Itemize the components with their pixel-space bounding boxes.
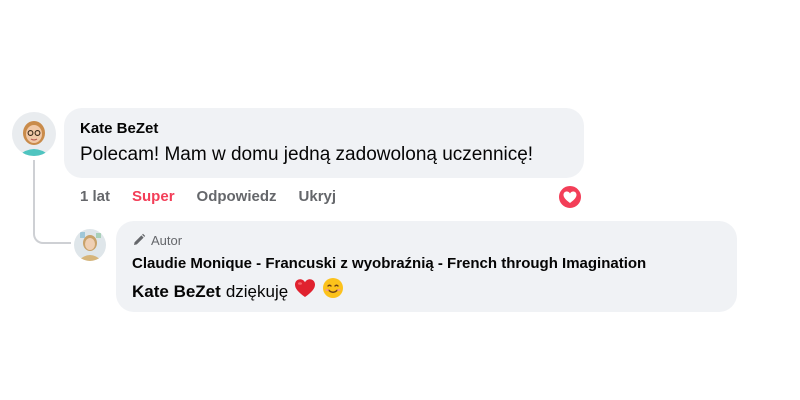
comment-actions: 1 lat Super Odpowiedz Ukryj	[80, 186, 358, 206]
hide-button[interactable]: Ukryj	[299, 188, 337, 205]
avatar-claudie[interactable]	[74, 229, 106, 261]
pencil-icon	[134, 233, 146, 245]
comment-timestamp[interactable]: 1 lat	[80, 188, 110, 205]
author-badge-label: Autor	[151, 232, 183, 248]
comment-author-name[interactable]: Kate BeZet	[80, 120, 568, 138]
reply-author-name[interactable]: Claudie Monique - Francuski z wyobraźnią…	[132, 255, 721, 273]
reply-text: Kate BeZet dziękuję	[132, 277, 721, 306]
heart-reaction-icon[interactable]	[557, 184, 583, 210]
reply-message: dziękuję	[225, 281, 289, 301]
comment-bubble: Kate BeZet Polecam! Mam w domu jedną zad…	[64, 108, 584, 178]
reply-bubble: Autor Claudie Monique - Francuski z wyob…	[116, 221, 737, 312]
red-heart-emoji	[294, 278, 316, 305]
reply-button[interactable]: Odpowiedz	[197, 188, 277, 205]
thread-connector-line	[33, 160, 71, 244]
reaction-button[interactable]: Super	[132, 188, 175, 205]
avatar-kate[interactable]	[12, 112, 56, 156]
author-badge: Autor	[132, 231, 721, 249]
mention-link[interactable]: Kate BeZet	[132, 280, 221, 304]
comment-text: Polecam! Mam w domu jedną zadowoloną ucz…	[80, 144, 534, 165]
smiling-face-emoji	[322, 277, 344, 306]
